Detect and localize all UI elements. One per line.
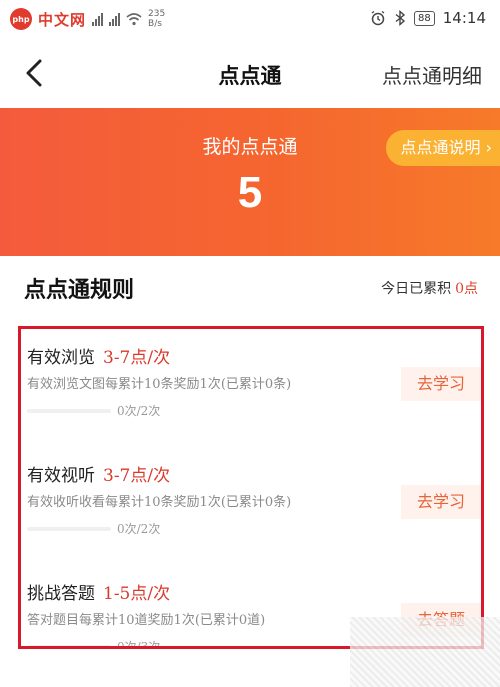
- bluetooth-icon: [395, 10, 406, 26]
- go-learn-button[interactable]: 去学习: [401, 367, 481, 401]
- signal-icon: [92, 12, 104, 26]
- alarm-icon: [371, 10, 385, 26]
- rule-name: 挑战答题 1-5点/次: [27, 579, 170, 604]
- points-count: 5: [237, 168, 263, 217]
- status-left: php 中文网 235 B/s: [10, 8, 165, 30]
- rule-name: 有效视听 3-7点/次: [27, 461, 170, 486]
- rule-name-text: 有效视听: [27, 466, 95, 486]
- status-bar: php 中文网 235 B/s 88 14:14: [0, 0, 500, 38]
- watermark-logo: php: [10, 8, 32, 30]
- progress-bar: [27, 527, 111, 531]
- today-accumulated: 今日已累积 0点: [381, 278, 478, 298]
- rule-description: 有效浏览文图每累计10条奖励1次(已累计0条): [27, 377, 292, 392]
- signal-icon-2: [109, 12, 121, 26]
- net-speed-unit: B/s: [148, 19, 162, 29]
- chevron-right-icon: ›: [485, 138, 492, 157]
- rule-name-text: 挑战答题: [27, 584, 95, 604]
- status-right: 88 14:14: [370, 9, 486, 27]
- progress-bar: [27, 645, 111, 646]
- rule-name-text: 有效浏览: [27, 348, 95, 368]
- rule-name: 有效浏览 3-7点/次: [27, 343, 170, 368]
- battery-icon: 88: [414, 10, 435, 26]
- today-points: 0点: [455, 281, 478, 297]
- rule-points: 3-7点/次: [103, 348, 171, 368]
- rule-description: 有效收听收看每累计10条奖励1次(已累计0条): [27, 495, 292, 510]
- progress-text: 0次/2次: [117, 522, 161, 536]
- rule-points: 3-7点/次: [103, 466, 171, 486]
- progress-text: 0次/2次: [117, 404, 161, 418]
- go-learn-button[interactable]: 去学习: [401, 485, 481, 519]
- nav-bar: 点点通 点点通明细: [0, 38, 500, 108]
- rule-item-browse: 有效浏览 3-7点/次 有效浏览文图每累计10条奖励1次(已累计0条) 0次/2次…: [21, 329, 481, 449]
- rule-item-media: 有效视听 3-7点/次 有效收听收看每累计10条奖励1次(已累计0条) 0次/2次…: [21, 447, 481, 567]
- wifi-icon: [126, 12, 142, 25]
- progress-text: 0次/3次: [117, 640, 161, 649]
- rules-title: 点点通规则: [24, 277, 135, 303]
- explain-button[interactable]: 点点通说明 ›: [386, 130, 500, 166]
- watermark-text: 中文网: [38, 10, 87, 29]
- clock: 14:14: [442, 9, 486, 27]
- watermark-overlay: [350, 617, 500, 687]
- detail-link[interactable]: 点点通明细: [382, 60, 482, 89]
- rule-points: 1-5点/次: [103, 584, 171, 604]
- rule-description: 答对题目每累计10道奖励1次(已累计0道): [27, 613, 266, 628]
- points-banner: 我的点点通 5 点点通说明 ›: [0, 108, 500, 256]
- explain-button-label: 点点通说明: [400, 138, 481, 157]
- net-speed: 235 B/s: [148, 9, 165, 29]
- rules-list: 有效浏览 3-7点/次 有效浏览文图每累计10条奖励1次(已累计0条) 0次/2次…: [18, 326, 484, 649]
- progress-bar: [27, 409, 111, 413]
- net-speed-value: 235: [148, 9, 166, 19]
- today-label: 今日已累积: [381, 281, 452, 297]
